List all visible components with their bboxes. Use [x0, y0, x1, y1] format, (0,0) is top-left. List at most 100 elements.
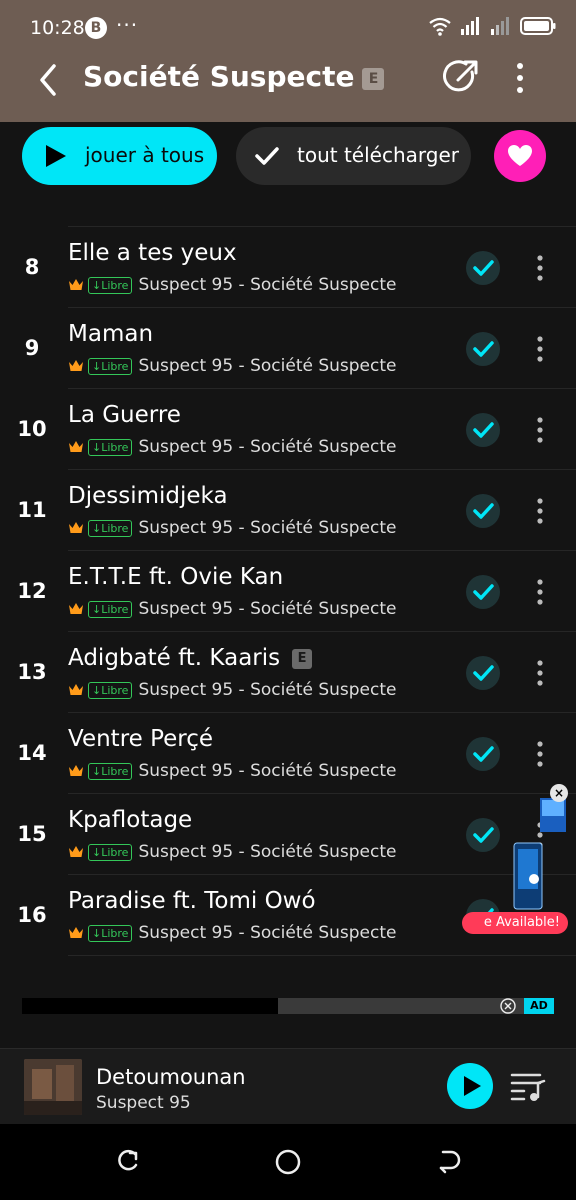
libre-badge: ↓Libre: [88, 357, 133, 375]
downloaded-check-button[interactable]: [466, 737, 500, 771]
play-icon: [464, 1076, 481, 1096]
libre-badge: ↓Libre: [88, 600, 133, 618]
libre-badge: ↓Libre: [88, 276, 133, 294]
crown-icon: [69, 441, 83, 452]
mini-player[interactable]: Detoumounan Suspect 95: [0, 1048, 576, 1125]
check-icon: [255, 147, 279, 165]
track-title: Ventre Perçé: [68, 726, 213, 752]
ad-banner[interactable]: AD: [22, 998, 554, 1014]
track-more-icon[interactable]: [530, 575, 550, 609]
check-icon: [473, 584, 494, 600]
track-row[interactable]: 11 Djessimidjeka ↓Libre Suspect 95 - Sociét…: [0, 470, 576, 551]
libre-badge: ↓Libre: [88, 924, 133, 942]
floating-ad-text[interactable]: e Available!: [462, 912, 568, 934]
crown-icon: [69, 603, 83, 614]
recent-apps-icon[interactable]: [115, 1148, 141, 1174]
download-all-button[interactable]: tout télécharger: [236, 127, 471, 185]
favorite-button[interactable]: [494, 130, 546, 182]
crown-icon: [69, 927, 83, 938]
wifi-icon: [429, 17, 451, 36]
back-nav-icon[interactable]: [435, 1148, 461, 1174]
floating-ad-close-button[interactable]: ×: [550, 784, 568, 802]
check-icon: [473, 422, 494, 438]
track-title-text: Adigbaté ft. Kaaris: [68, 645, 281, 671]
download-all-label: tout télécharger: [297, 143, 459, 167]
downloaded-check-button[interactable]: [466, 251, 500, 285]
libre-badge: ↓Libre: [88, 438, 133, 456]
album-art-image: [24, 1059, 82, 1115]
track-title-text: Paradise ft. Tomi Owó: [68, 888, 316, 914]
check-icon: [473, 746, 494, 762]
track-more-icon[interactable]: [530, 494, 550, 528]
downloaded-check-button[interactable]: [466, 656, 500, 690]
crown-icon: [69, 765, 83, 776]
track-subtitle: ↓Libre Suspect 95 - Société Suspecte: [68, 518, 397, 538]
track-artist-album: Suspect 95 - Société Suspecte: [138, 599, 397, 619]
track-artist-album: Suspect 95 - Société Suspecte: [138, 356, 397, 376]
track-more-icon[interactable]: [530, 413, 550, 447]
check-icon: [473, 341, 494, 357]
play-all-button[interactable]: jouer à tous: [22, 127, 217, 185]
crown-icon: [69, 522, 83, 533]
track-artist-album: Suspect 95 - Société Suspecte: [138, 437, 397, 457]
track-row[interactable]: 12 E.T.T.E ft. Ovie Kan ↓Libre Suspect 95 -…: [0, 551, 576, 632]
album-cover[interactable]: [24, 1059, 82, 1115]
track-more-icon[interactable]: [530, 251, 550, 285]
downloaded-check-button[interactable]: [466, 575, 500, 609]
check-icon: [473, 503, 494, 519]
track-row[interactable]: 8 Elle a tes yeux ↓Libre Suspect 95 - Socié…: [0, 227, 576, 308]
track-row[interactable]: 10 La Guerre ↓Libre Suspect 95 - Société Su…: [0, 389, 576, 470]
player-play-button[interactable]: [447, 1063, 493, 1109]
track-number: 11: [17, 498, 47, 522]
track-more-icon[interactable]: [530, 737, 550, 771]
track-subtitle: ↓Libre Suspect 95 - Société Suspecte: [68, 923, 397, 943]
explicit-badge: E: [292, 649, 313, 669]
play-all-label: jouer à tous: [85, 143, 205, 167]
track-more-icon[interactable]: [530, 656, 550, 690]
track-number: 12: [17, 579, 47, 603]
track-title: Djessimidjeka: [68, 483, 228, 509]
ad-label: AD: [524, 998, 554, 1014]
track-subtitle: ↓Libre Suspect 95 - Société Suspecte: [68, 761, 397, 781]
b-app-icon: B: [85, 17, 107, 39]
downloaded-check-button[interactable]: [466, 494, 500, 528]
track-title: Adigbaté ft. Kaaris E: [68, 645, 313, 671]
track-title-text: Kpaflotage: [68, 807, 193, 833]
track-artist-album: Suspect 95 - Société Suspecte: [138, 275, 397, 295]
page-title: Société Suspecte E: [83, 60, 385, 93]
track-title: Maman: [68, 321, 153, 347]
track-number: 9: [24, 336, 40, 360]
home-icon[interactable]: [274, 1148, 302, 1176]
track-title: Elle a tes yeux: [68, 240, 237, 266]
track-number: 15: [17, 822, 47, 846]
title-text: Société Suspecte: [83, 60, 355, 93]
track-more-icon[interactable]: [530, 332, 550, 366]
track-subtitle: ↓Libre Suspect 95 - Société Suspecte: [68, 356, 397, 376]
track-title-text: Elle a tes yeux: [68, 240, 237, 266]
back-arrow-icon[interactable]: [30, 60, 70, 100]
track-subtitle: ↓Libre Suspect 95 - Société Suspecte: [68, 680, 397, 700]
track-number: 8: [24, 255, 40, 279]
system-nav-bar: [0, 1124, 576, 1200]
track-title-text: Ventre Perçé: [68, 726, 214, 752]
queue-icon[interactable]: [510, 1071, 546, 1103]
share-icon[interactable]: [442, 58, 480, 96]
status-bar: 10:28 B ···: [0, 0, 576, 56]
track-title: La Guerre: [68, 402, 181, 428]
signal-icon-2: [491, 17, 509, 35]
track-row[interactable]: 9 Maman ↓Libre Suspect 95 - Société Suspect…: [0, 308, 576, 389]
track-subtitle: ↓Libre Suspect 95 - Société Suspecte: [68, 437, 397, 457]
more-options-icon[interactable]: [510, 60, 530, 96]
crown-icon: [69, 684, 83, 695]
app-header: Société Suspecte E: [0, 56, 576, 122]
downloaded-check-button[interactable]: [466, 332, 500, 366]
ad-close-icon[interactable]: [500, 998, 516, 1014]
track-row[interactable]: 14 Ventre Perçé ↓Libre Suspect 95 - Société…: [0, 713, 576, 794]
downloaded-check-button[interactable]: [466, 413, 500, 447]
track-title-text: La Guerre: [68, 402, 181, 428]
track-row[interactable]: 13 Adigbaté ft. Kaaris E ↓Libre Suspect 95 -…: [0, 632, 576, 713]
track-artist-album: Suspect 95 - Société Suspecte: [138, 842, 397, 862]
track-title: Kpaflotage: [68, 807, 192, 833]
battery-icon: [520, 17, 556, 35]
action-bar: jouer à tous tout télécharger: [0, 122, 576, 192]
